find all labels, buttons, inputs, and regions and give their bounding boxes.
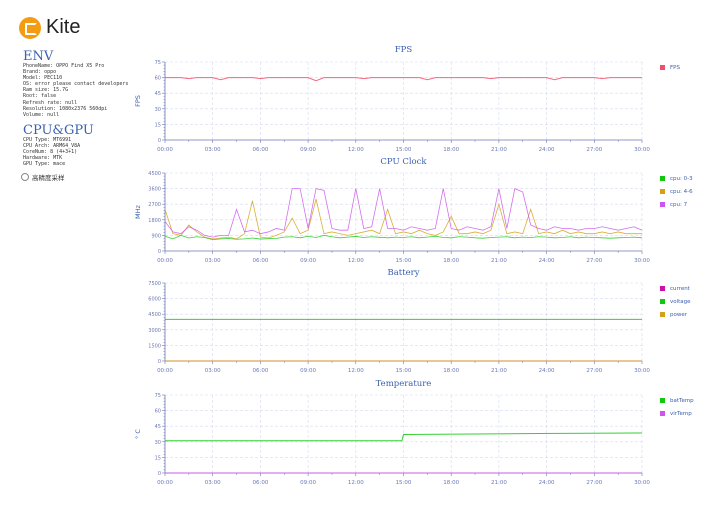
legend-label: cpu: 7 xyxy=(670,202,688,208)
y-tick-label: 6000 xyxy=(148,297,161,303)
x-tick-label: 30:00 xyxy=(634,147,650,153)
chart-fps: FPS 0 15 30 45 60 75 00:00 03:00 06:00 09:00 12:00 1… xyxy=(134,45,680,153)
y-tick-label: 15 xyxy=(155,122,161,128)
legend-swatch xyxy=(660,65,665,70)
legend-swatch xyxy=(660,411,665,416)
y-tick-label: 900 xyxy=(151,233,161,239)
x-tick-label: 30:00 xyxy=(634,258,650,264)
y-tick-label: 45 xyxy=(155,424,161,430)
legend-label: cpu: 0-3 xyxy=(670,176,693,182)
x-tick-label: 24:00 xyxy=(539,368,555,374)
x-tick-label: 06:00 xyxy=(252,480,268,486)
x-tick-label: 18:00 xyxy=(443,147,459,153)
x-tick-label: 12:00 xyxy=(348,147,364,153)
x-tick-label: 03:00 xyxy=(205,147,221,153)
x-tick-label: 24:00 xyxy=(539,480,555,486)
x-tick-label: 15:00 xyxy=(396,480,412,486)
x-tick-label: 18:00 xyxy=(443,258,459,264)
x-tick-label: 03:00 xyxy=(205,258,221,264)
y-tick-label: 3600 xyxy=(148,187,161,193)
y-tick-label: 1500 xyxy=(148,343,161,349)
kite-report-page: Kite ENV PhoneName: OPPO Find X5 Pro Bran… xyxy=(0,0,720,524)
legend-swatch xyxy=(660,202,665,207)
x-tick-label: 18:00 xyxy=(443,480,459,486)
x-tick-label: 30:00 xyxy=(634,368,650,374)
x-tick-label: 09:00 xyxy=(300,147,316,153)
y-tick-label: 15 xyxy=(155,455,161,461)
x-tick-label: 18:00 xyxy=(443,368,459,374)
x-tick-label: 15:00 xyxy=(396,147,412,153)
x-tick-label: 09:00 xyxy=(300,258,316,264)
legend-swatch xyxy=(660,286,665,291)
legend-swatch xyxy=(660,299,665,304)
y-tick-label: 75 xyxy=(155,60,161,66)
y-tick-label: 2700 xyxy=(148,202,161,208)
x-tick-label: 00:00 xyxy=(157,258,173,264)
charts-area: FPS 0 15 30 45 60 75 00:00 03:00 06:00 09:00 12:00 1… xyxy=(134,45,694,486)
legend-swatch xyxy=(660,176,665,181)
chart-cpu-clock: CPU Clock 0 900 1800 2700 3600 4500 00:00 03:00 0… xyxy=(134,157,693,264)
legend-label: power xyxy=(670,312,688,318)
x-tick-label: 03:00 xyxy=(205,368,221,374)
x-tick-label: 12:00 xyxy=(348,368,364,374)
chart-title: FPS xyxy=(395,45,413,55)
legend-swatch xyxy=(660,189,665,194)
legend-label: batTemp xyxy=(670,398,694,404)
y-tick-label: 30 xyxy=(155,107,161,113)
y-tick-label: 30 xyxy=(155,440,161,446)
x-tick-label: 27:00 xyxy=(586,147,602,153)
y-tick-label: 7500 xyxy=(148,281,161,287)
x-tick-label: 21:00 xyxy=(491,480,507,486)
legend-label: current xyxy=(670,286,691,292)
chart-title: CPU Clock xyxy=(380,157,427,167)
x-tick-label: 12:00 xyxy=(348,480,364,486)
x-tick-label: 21:00 xyxy=(491,258,507,264)
legend-label: cpu: 4-6 xyxy=(670,189,693,195)
x-tick-label: 09:00 xyxy=(300,368,316,374)
x-tick-label: 00:00 xyxy=(157,480,173,486)
y-tick-label: 45 xyxy=(155,91,161,97)
x-tick-label: 06:00 xyxy=(252,147,268,153)
x-tick-label: 21:00 xyxy=(491,368,507,374)
y-tick-label: 60 xyxy=(155,76,161,82)
chart-title: Temperature xyxy=(376,379,432,389)
y-tick-label: 0 xyxy=(158,249,161,255)
y-tick-label: 60 xyxy=(155,409,161,415)
y-tick-label: 0 xyxy=(158,359,161,365)
x-tick-label: 30:00 xyxy=(634,480,650,486)
y-tick-label: 4500 xyxy=(148,171,161,177)
x-tick-label: 00:00 xyxy=(157,147,173,153)
legend-swatch xyxy=(660,312,665,317)
legend-label: virTemp xyxy=(670,411,692,417)
x-tick-label: 03:00 xyxy=(205,480,221,486)
legend-label: voltage xyxy=(670,299,691,305)
chart-temperature: Temperature 0 15 30 45 60 75 00:00 03:00 06:00 09:… xyxy=(134,379,694,486)
x-tick-label: 06:00 xyxy=(252,258,268,264)
x-tick-label: 09:00 xyxy=(300,480,316,486)
y-axis-label: ° C xyxy=(134,429,142,439)
legend-swatch xyxy=(660,398,665,403)
x-tick-label: 06:00 xyxy=(252,368,268,374)
y-tick-label: 3000 xyxy=(148,328,161,334)
x-tick-label: 21:00 xyxy=(491,147,507,153)
x-tick-label: 15:00 xyxy=(396,368,412,374)
x-tick-label: 24:00 xyxy=(539,147,555,153)
y-tick-label: 0 xyxy=(158,138,161,144)
chart-title: Battery xyxy=(387,268,419,278)
x-tick-label: 27:00 xyxy=(586,258,602,264)
x-tick-label: 24:00 xyxy=(539,258,555,264)
y-tick-label: 75 xyxy=(155,393,161,399)
x-tick-label: 00:00 xyxy=(157,368,173,374)
x-tick-label: 12:00 xyxy=(348,258,364,264)
y-tick-label: 1800 xyxy=(148,218,161,224)
y-tick-label: 0 xyxy=(158,471,161,477)
x-tick-label: 15:00 xyxy=(396,258,412,264)
x-tick-label: 27:00 xyxy=(586,480,602,486)
legend-label: FPS xyxy=(670,65,680,71)
y-axis-label: MHz xyxy=(134,204,142,218)
y-axis-label: FPS xyxy=(134,95,142,107)
x-tick-label: 27:00 xyxy=(586,368,602,374)
y-tick-label: 4500 xyxy=(148,312,161,318)
chart-battery: Battery 0 1500 3000 4500 6000 7500 00:00 03:00 06… xyxy=(148,268,691,374)
